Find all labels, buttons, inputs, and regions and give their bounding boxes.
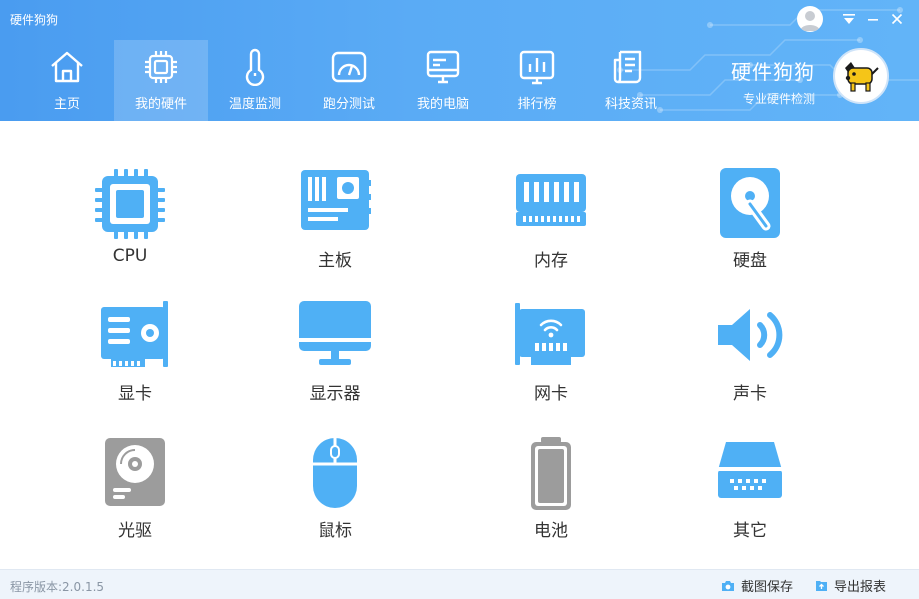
tile-label: 网卡 [534, 384, 568, 404]
export-report-button[interactable]: 导出报表 [815, 576, 886, 595]
news-icon [613, 50, 642, 84]
tile-mouse[interactable]: 鼠标 [260, 436, 410, 556]
nav-label: 温度监测 [228, 97, 281, 112]
gauge-icon [331, 51, 367, 83]
network-card-icon [515, 303, 585, 365]
chip-icon [145, 51, 177, 83]
battery-icon [531, 437, 571, 510]
export-report-label: 导出报表 [834, 580, 887, 595]
memory-icon [516, 174, 586, 226]
monitor-icon [426, 50, 460, 84]
nav-item-home[interactable]: 主页 [20, 40, 114, 121]
nav-item-my-computer[interactable]: 我的电脑 [396, 40, 490, 121]
tile-label: 主板 [318, 251, 352, 271]
tile-motherboard[interactable]: 主板 [260, 166, 410, 286]
nav-label: 我的硬件 [134, 97, 187, 112]
close-icon [891, 13, 903, 25]
dropdown-arrow-icon [843, 14, 855, 24]
mouse-icon [313, 438, 357, 508]
app-title: 硬件狗狗 [10, 13, 59, 27]
speaker-icon [718, 309, 783, 361]
tile-optical-drive[interactable]: 光驱 [60, 436, 210, 556]
minimize-button[interactable] [861, 6, 885, 32]
camera-icon [722, 580, 734, 591]
tile-label: 声卡 [733, 384, 767, 404]
ranking-icon [519, 50, 555, 85]
tile-network-card[interactable]: 网卡 [476, 299, 626, 419]
dog-logo-icon [845, 62, 879, 92]
nav-item-ranking[interactable]: 排行榜 [490, 40, 584, 121]
other-device-icon [718, 442, 782, 498]
tile-hard-disk[interactable]: 硬盘 [675, 166, 825, 286]
tile-label: 鼠标 [318, 521, 352, 541]
user-icon [800, 11, 820, 31]
optical-drive-icon [105, 438, 165, 506]
nav-item-tech-news[interactable]: 科技资讯 [584, 40, 678, 121]
tile-battery[interactable]: 电池 [476, 436, 626, 556]
tile-label: 显卡 [118, 384, 152, 404]
brand-subtitle: 专业硬件检测 [742, 92, 815, 106]
tile-other-device[interactable]: 其它 [675, 436, 825, 556]
menu-button[interactable] [837, 6, 861, 32]
tile-label: 光驱 [118, 521, 152, 541]
graphics-card-icon [101, 301, 168, 367]
tile-display[interactable]: 显示器 [260, 299, 410, 419]
tile-memory[interactable]: 内存 [476, 166, 626, 286]
status-bar: 程序版本:2.0.1.5 截图保存 导出报表 [0, 569, 919, 599]
export-icon [816, 581, 827, 591]
nav-label: 我的电脑 [416, 97, 469, 112]
thermometer-icon [245, 48, 265, 86]
nav-label: 科技资讯 [604, 97, 657, 112]
screenshot-save-label: 截图保存 [741, 580, 794, 595]
nav-label: 跑分测试 [322, 97, 375, 112]
tile-cpu[interactable]: CPU [55, 166, 205, 286]
minimize-icon [868, 19, 878, 21]
nav-label: 主页 [53, 97, 80, 112]
window-controls [797, 6, 909, 32]
version-text: 程序版本:2.0.1.5 [10, 580, 105, 594]
screenshot-save-button[interactable]: 截图保存 [721, 576, 793, 595]
hard-disk-icon [720, 168, 780, 238]
home-icon [51, 51, 83, 83]
tile-graphics-card[interactable]: 显卡 [60, 299, 210, 419]
nav-label: 排行榜 [517, 97, 557, 112]
nav-item-temperature[interactable]: 温度监测 [208, 40, 302, 121]
tile-label: 内存 [534, 251, 568, 271]
tile-label: 显示器 [309, 384, 361, 404]
tile-label: CPU [112, 246, 148, 266]
display-icon [299, 301, 371, 365]
user-avatar[interactable] [797, 6, 823, 32]
tile-label: 硬盘 [733, 251, 767, 271]
brand: 硬件狗狗 专业硬件检测 [731, 56, 815, 107]
motherboard-icon [301, 170, 371, 230]
close-button[interactable] [885, 6, 909, 32]
brand-name: 硬件狗狗 [731, 60, 815, 84]
nav-item-my-hardware[interactable]: 我的硬件 [114, 40, 208, 121]
tile-label: 电池 [534, 521, 568, 541]
tile-sound-card[interactable]: 声卡 [675, 299, 825, 419]
title-bar: 硬件狗狗 主页 我的硬件 温度监测 跑分测试 我的电脑 排行榜 科技资讯 硬件狗… [0, 0, 919, 121]
tile-label: 其它 [733, 521, 767, 541]
hardware-grid: CPU 主板 内存 硬盘 显卡 显示器 网卡 声卡 光驱 鼠标 电池 其它 [0, 121, 919, 569]
brand-logo [833, 48, 889, 104]
nav-item-benchmark[interactable]: 跑分测试 [302, 40, 396, 121]
main-nav: 主页 我的硬件 温度监测 跑分测试 我的电脑 排行榜 科技资讯 [20, 40, 678, 121]
cpu-icon [95, 169, 165, 239]
